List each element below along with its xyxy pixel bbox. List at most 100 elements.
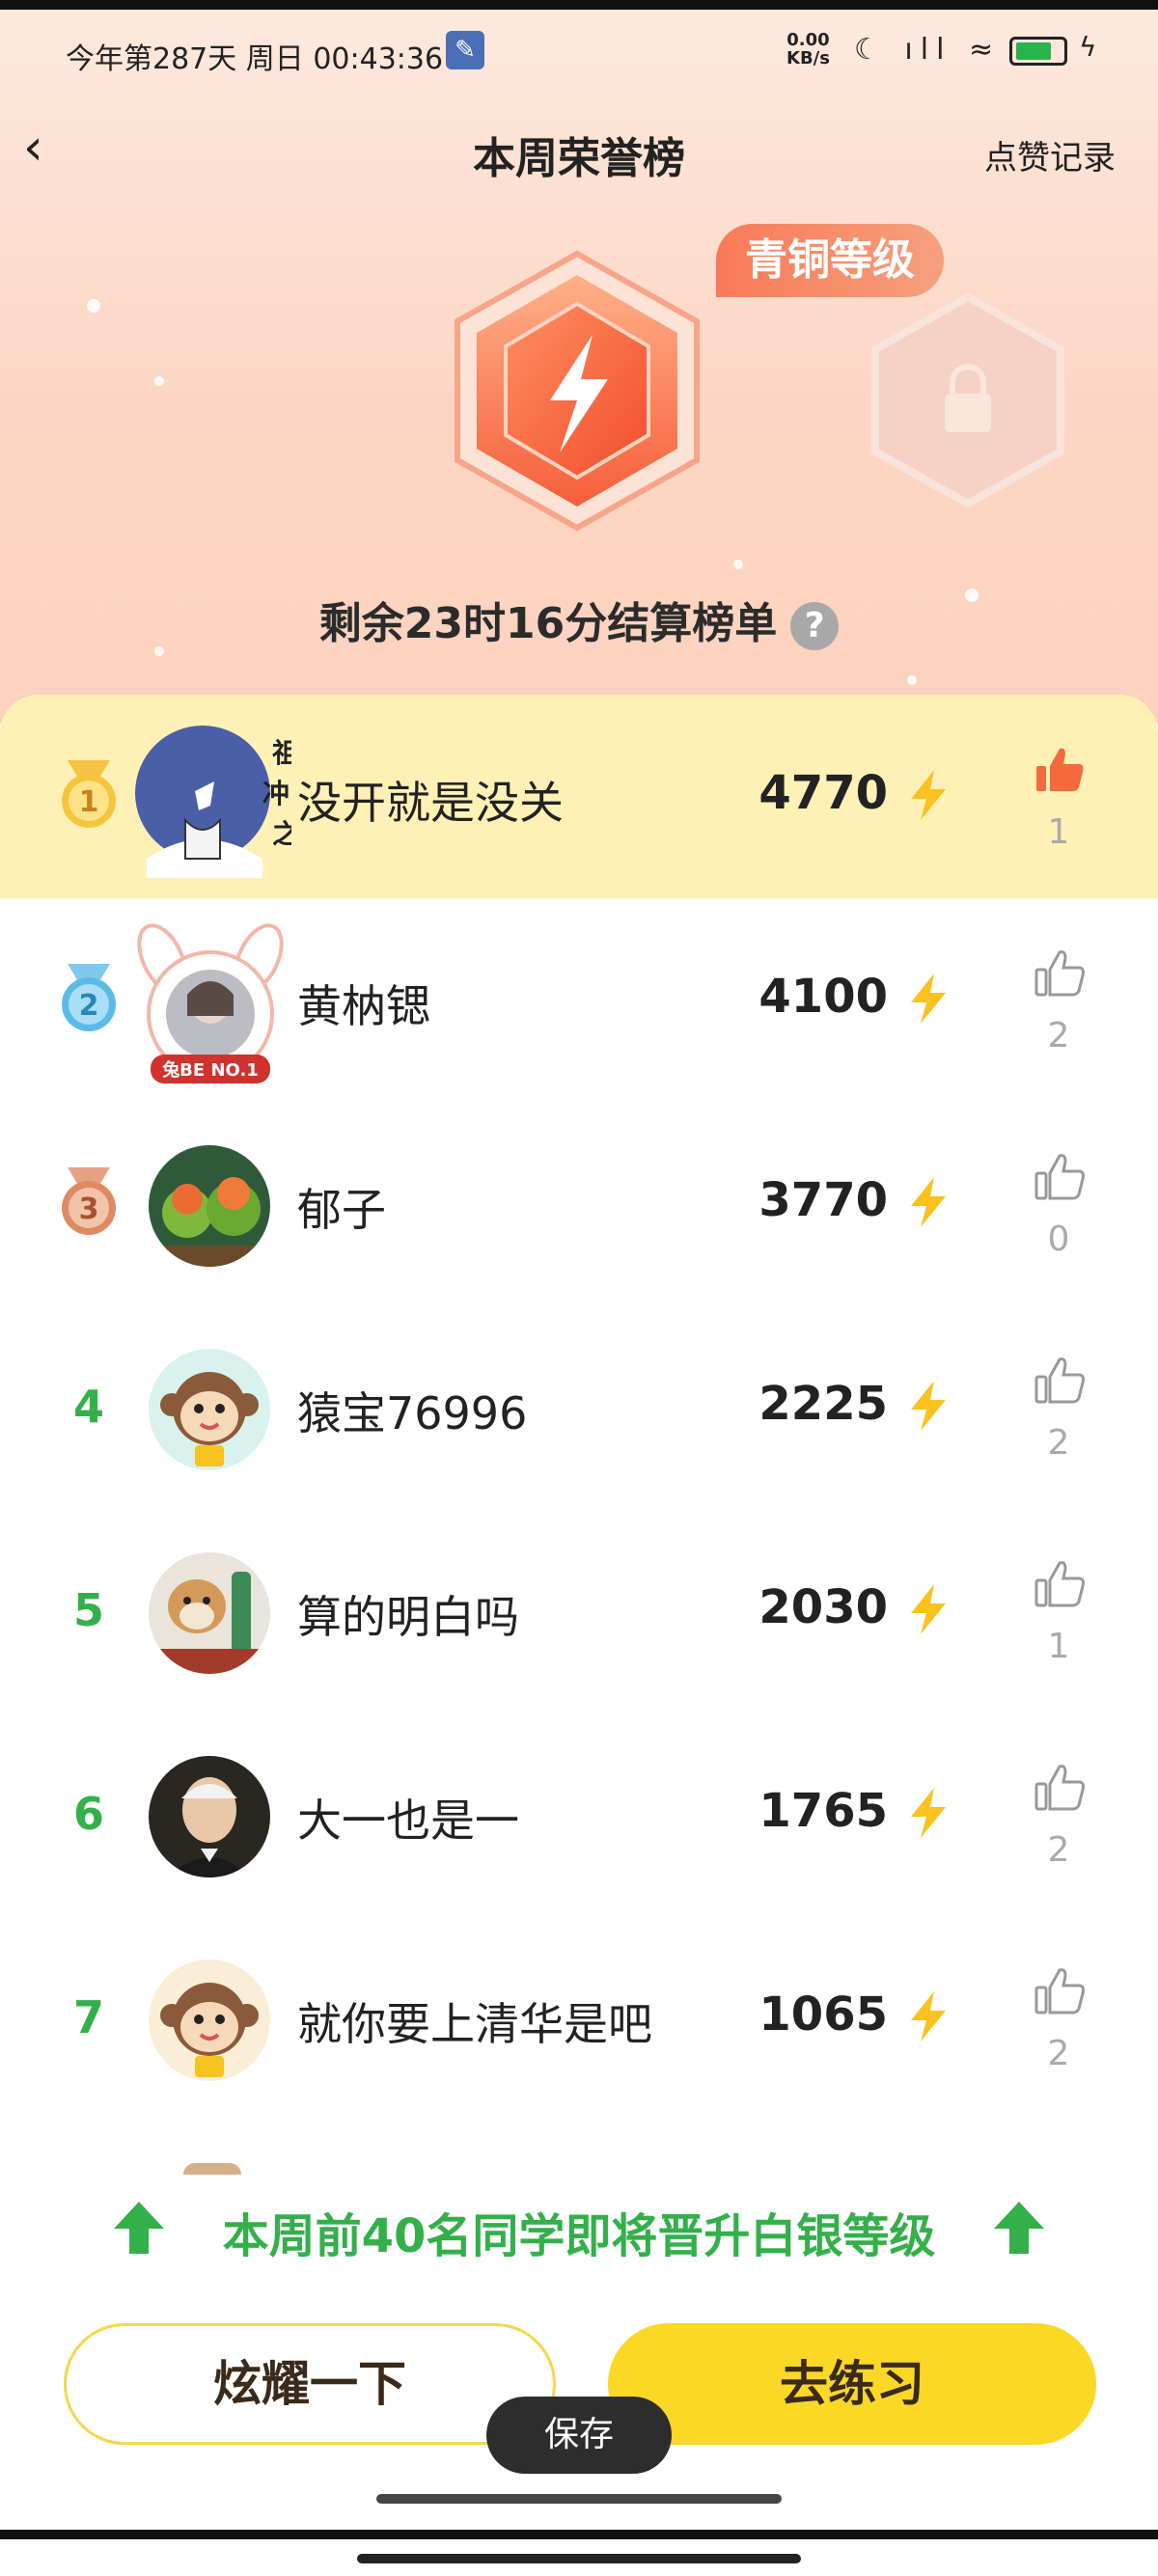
avatar-frame-text: 兔BE NO.1 bbox=[161, 1059, 259, 1081]
svg-text:1: 1 bbox=[79, 785, 99, 819]
svg-text:3: 3 bbox=[79, 1192, 99, 1226]
leaderboard-row: 3 郁子 3770 0 bbox=[0, 1102, 1158, 1305]
gesture-handle bbox=[357, 2554, 801, 2563]
user-score: 4100 bbox=[758, 970, 888, 1024]
rank-number: 5 bbox=[72, 1584, 104, 1636]
like-count: 2 bbox=[1047, 2034, 1070, 2073]
like-count: 1 bbox=[1047, 1627, 1070, 1666]
charging-icon: ϟ bbox=[1079, 31, 1097, 63]
avatar: 兔BE NO.1 bbox=[137, 923, 284, 1083]
like-button[interactable]: 2 bbox=[1025, 946, 1092, 1072]
rank-number: 4 bbox=[72, 1381, 104, 1433]
energy-bolt-icon bbox=[911, 1381, 946, 1431]
thumbs-up-icon bbox=[1034, 950, 1085, 997]
user-score: 4770 bbox=[758, 766, 888, 820]
current-level-tag: 青铜等级 bbox=[716, 224, 944, 297]
settlement-countdown: 剩余23时16分结算榜单? bbox=[0, 589, 1158, 650]
user-name: 算的明白吗 bbox=[297, 1591, 519, 1643]
next-row-avatar-peek bbox=[183, 2163, 241, 2175]
avatar bbox=[149, 1349, 270, 1470]
user-name: 没开就是没关 bbox=[297, 777, 564, 829]
battery-icon bbox=[1009, 37, 1067, 66]
sparkle-dot bbox=[87, 299, 100, 313]
like-button[interactable]: 1 bbox=[1025, 1557, 1092, 1683]
thumbs-up-filled-icon bbox=[1036, 748, 1084, 791]
status-date-time: 今年第287天 周日 00:43:36 bbox=[66, 42, 444, 76]
avatar bbox=[149, 1959, 270, 2081]
like-button[interactable]: 1 bbox=[1025, 743, 1092, 868]
like-button[interactable]: 2 bbox=[1025, 1354, 1092, 1479]
leaderboard-row: 1 祖 冲 之 没开就是没关 4770 1 bbox=[0, 695, 1158, 898]
like-button[interactable]: 0 bbox=[1025, 1150, 1092, 1275]
leaderboard-row: 2 兔BE NO.1 黄枘锶 4100 2 bbox=[0, 898, 1158, 1102]
energy-bolt-icon bbox=[911, 1788, 946, 1838]
user-score: 3770 bbox=[758, 1173, 888, 1227]
calligraphy-text-2: 冲 bbox=[262, 778, 290, 809]
status-bar: 今年第287天 周日 00:43:36 ✎ 0.00 KB/s ☾ ıll ≈ … bbox=[0, 27, 1158, 76]
like-button[interactable]: 2 bbox=[1025, 1964, 1092, 2090]
thumbs-up-icon bbox=[1034, 1968, 1085, 2014]
energy-bolt-icon bbox=[911, 770, 946, 820]
promotion-text: 本周前40名同学即将晋升白银等级 bbox=[222, 2209, 936, 2263]
screen-top-edge bbox=[0, 0, 1158, 10]
thumbs-up-icon bbox=[1034, 1154, 1085, 1200]
user-name: 猿宝76996 bbox=[297, 1387, 528, 1439]
like-count: 0 bbox=[1047, 1219, 1070, 1259]
user-score: 2030 bbox=[758, 1580, 888, 1634]
save-toast[interactable]: 保存 bbox=[486, 2397, 672, 2474]
status-icons: ☾ ıll ≈ bbox=[854, 33, 1002, 67]
show-off-button[interactable]: 炫耀一下 bbox=[64, 2323, 556, 2445]
thumbs-up-icon bbox=[1034, 1561, 1085, 1607]
calligraphy-text-3: 之 bbox=[272, 818, 291, 850]
energy-bolt-icon bbox=[911, 1177, 946, 1227]
like-button[interactable]: 2 bbox=[1025, 1761, 1092, 1886]
home-indicator[interactable] bbox=[376, 2494, 782, 2504]
like-count: 2 bbox=[1047, 1423, 1070, 1463]
avatar bbox=[149, 1145, 270, 1267]
sparkle-dot bbox=[154, 376, 164, 386]
leaderboard-row: 5 算的明白吗 2030 1 bbox=[0, 1509, 1158, 1713]
countdown-text: 剩余23时16分结算榜单 bbox=[318, 599, 778, 648]
promotion-banner: 本周前40名同学即将晋升白银等级 bbox=[0, 2175, 1158, 2281]
avatar bbox=[149, 1552, 270, 1674]
user-score: 2225 bbox=[758, 1377, 888, 1431]
energy-bolt-icon bbox=[911, 973, 946, 1024]
silver-medal-icon: 2 bbox=[62, 964, 116, 1031]
bronze-medal-icon: 3 bbox=[62, 1167, 116, 1235]
user-score: 1065 bbox=[758, 1987, 888, 2042]
network-speed-value: 0.00 bbox=[786, 30, 830, 50]
sparkle-dot bbox=[907, 675, 917, 685]
calligraphy-text-1: 祖 bbox=[272, 737, 291, 769]
energy-bolt-icon bbox=[911, 1584, 946, 1634]
thumbs-up-icon bbox=[1034, 1357, 1085, 1404]
avatar bbox=[149, 1756, 270, 1877]
svg-text:2: 2 bbox=[79, 989, 99, 1023]
leaderboard-row: 6 大一也是一 1765 2 bbox=[0, 1713, 1158, 1916]
user-name: 大一也是一 bbox=[297, 1795, 519, 1847]
bronze-badge-icon bbox=[455, 250, 700, 532]
leaderboard-row: 4 猿宝76996 2225 2 bbox=[0, 1305, 1158, 1509]
rank-number: 6 bbox=[72, 1788, 104, 1840]
locked-badge-icon bbox=[871, 292, 1064, 508]
like-count: 2 bbox=[1047, 1016, 1070, 1055]
leaderboard-row: 7 就你要上清华是吧 1065 2 bbox=[0, 1916, 1158, 2120]
gold-medal-icon: 1 bbox=[62, 760, 116, 828]
like-count: 1 bbox=[1047, 812, 1070, 852]
user-name: 就你要上清华是吧 bbox=[297, 1998, 652, 2050]
like-count: 2 bbox=[1047, 1830, 1070, 1870]
screen-bottom-edge bbox=[0, 2530, 1158, 2576]
energy-bolt-icon bbox=[911, 1991, 946, 2042]
likes-record-link[interactable]: 点赞记录 bbox=[984, 131, 1116, 178]
up-arrow-icon bbox=[994, 2202, 1044, 2254]
sparkle-dot bbox=[733, 560, 743, 569]
avatar: 祖 冲 之 bbox=[135, 726, 291, 878]
help-icon[interactable]: ? bbox=[790, 602, 840, 650]
rank-number: 7 bbox=[72, 1991, 104, 2043]
user-name: 黄枘锶 bbox=[297, 980, 430, 1032]
wrench-icon: ✎ bbox=[446, 31, 484, 69]
network-speed-unit: KB/s bbox=[786, 48, 830, 69]
user-name: 郁子 bbox=[297, 1184, 386, 1236]
go-practice-button[interactable]: 去练习 bbox=[608, 2323, 1096, 2445]
thumbs-up-icon bbox=[1034, 1765, 1085, 1811]
nav-bar: ‹ 本周荣誉榜 点赞记录 bbox=[0, 116, 1158, 183]
